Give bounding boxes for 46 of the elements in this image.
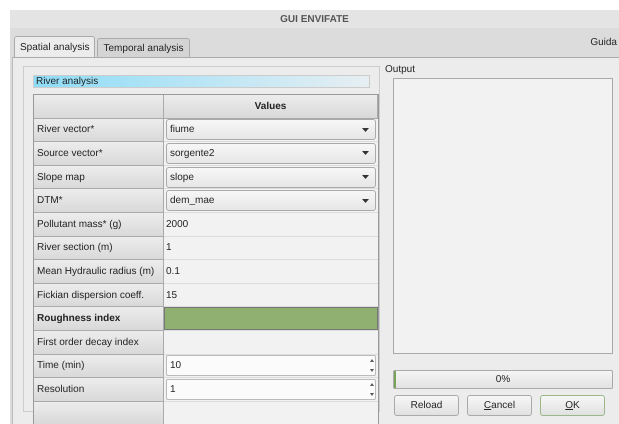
dropdown-value: slope	[170, 172, 194, 183]
spin-value: 10	[170, 360, 182, 372]
dialog-button[interactable]: Cancel	[467, 395, 532, 416]
row-header: River section (m)	[34, 236, 164, 260]
dialog-button[interactable]: Reload	[394, 395, 459, 416]
progress-reading: 0%	[496, 374, 510, 385]
caret-down-icon	[362, 151, 369, 156]
window-title: GUI ENVIFATE	[280, 14, 349, 24]
row-header: River vector*	[34, 118, 164, 142]
table-cell[interactable]: 1	[166, 242, 172, 254]
spin-box[interactable]: 10	[166, 355, 376, 376]
dropdown[interactable]: dem_mae	[166, 190, 376, 212]
color-swatch[interactable]	[164, 307, 378, 330]
spin-arrows-icon[interactable]	[369, 357, 375, 374]
row-header: DTM*	[34, 189, 164, 213]
section-title: River analysis	[33, 75, 370, 88]
output-label: Output	[385, 64, 416, 75]
column-header: Values	[164, 95, 378, 119]
dropdown[interactable]: fiume	[166, 119, 376, 140]
spin-value: 1	[170, 384, 176, 395]
table-cell[interactable]: 0.1	[166, 266, 180, 277]
dropdown-value: fiume	[170, 124, 194, 136]
row-header: First order decay index	[34, 330, 164, 355]
caret-down-icon	[362, 175, 369, 180]
caret-down-icon	[362, 128, 369, 132]
dropdown-value: dem_mae	[170, 195, 214, 206]
table-cell[interactable]: 15	[166, 290, 178, 301]
row-header: Fickian dispersion coeff.	[34, 284, 164, 308]
tab[interactable]: Temporal analysis	[97, 38, 190, 57]
row-header: Source vector*	[34, 142, 164, 166]
dropdown-value: sorgente2	[170, 148, 214, 159]
dropdown[interactable]: slope	[166, 166, 376, 188]
row-header: Roughness index	[34, 307, 164, 331]
row-header: Slope map	[34, 166, 164, 190]
row-header: Pollutant mass* (g)	[34, 212, 164, 237]
table-cell[interactable]: 2000	[166, 218, 188, 230]
row-header: Resolution	[34, 378, 164, 402]
dialog-button[interactable]: OK	[540, 395, 605, 416]
row-header: Mean Hydraulic radius (m)	[34, 260, 164, 284]
spin-box[interactable]: 1	[166, 378, 376, 400]
spin-arrows-icon[interactable]	[369, 380, 375, 398]
dropdown[interactable]: sorgente2	[166, 142, 376, 164]
tab[interactable]: Spatial analysis	[14, 36, 96, 57]
caret-down-icon	[362, 198, 369, 203]
help-label[interactable]: Guida	[590, 37, 617, 48]
row-header: Time (min)	[34, 354, 164, 378]
